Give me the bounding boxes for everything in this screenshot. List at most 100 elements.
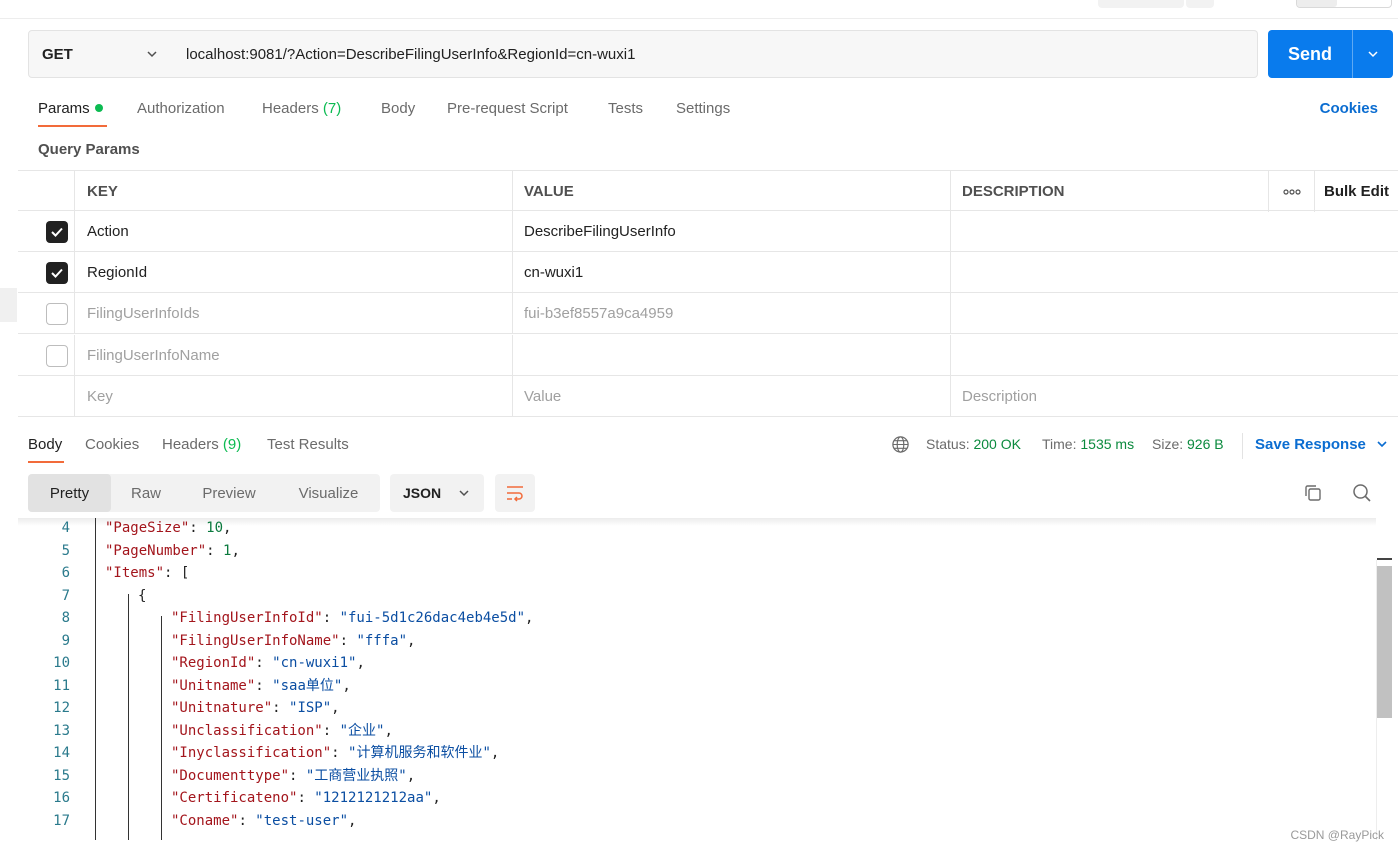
code-line: 7{	[18, 585, 1376, 607]
json-key: "Unitnature"	[171, 700, 273, 716]
param-description[interactable]	[950, 293, 1398, 334]
save-response-button[interactable]: Save Response	[1255, 436, 1388, 453]
view-raw[interactable]: Raw	[115, 474, 177, 512]
json-colon: :	[289, 767, 306, 784]
code-line: 14 "Inyclassification": "计算机服务和软件业",	[18, 742, 1376, 764]
response-tab-body[interactable]: Body	[28, 436, 62, 453]
active-tab-underline	[38, 125, 107, 127]
url-input[interactable]: localhost:9081/?Action=DescribeFilingUse…	[172, 30, 1258, 78]
view-pretty[interactable]: Pretty	[28, 474, 111, 512]
status-label: Status:	[926, 436, 970, 452]
code-text: "Inyclassification": "计算机服务和软件业",	[171, 742, 499, 764]
globe-icon[interactable]	[891, 435, 910, 454]
tab-headers[interactable]: Headers (7)	[262, 100, 341, 117]
check-icon	[51, 268, 63, 278]
code-text: "Unitname": "saa单位",	[171, 675, 351, 697]
tab-tests[interactable]: Tests	[608, 100, 643, 117]
json-comma: ,	[406, 767, 416, 784]
json-value: "cn-wuxi1"	[272, 655, 357, 671]
param-value[interactable]	[512, 335, 950, 376]
response-tab-headers[interactable]: Headers (9)	[162, 436, 241, 453]
param-value[interactable]: cn-wuxi1	[512, 252, 950, 293]
code-text: "Certificateno": "1212121212aa",	[171, 787, 441, 809]
send-button[interactable]: Send	[1268, 30, 1393, 78]
response-body-editor[interactable]: 4 "PageSize": 10, 5 "PageNumber": 1, 6 "Items…	[18, 518, 1376, 840]
param-checkbox[interactable]	[46, 221, 68, 243]
tab-settings[interactable]: Settings	[676, 100, 730, 117]
response-tab-test-results[interactable]: Test Results	[267, 436, 349, 453]
json-value: 10	[206, 520, 224, 536]
wrap-lines-button[interactable]	[495, 474, 535, 512]
params-table: KEY VALUE DESCRIPTION Bulk Edit Action D…	[18, 170, 1398, 418]
tab-params-label: Params	[38, 100, 90, 117]
divider	[1242, 433, 1243, 459]
search-button[interactable]	[1350, 481, 1374, 505]
editor-scrollbar-thumb[interactable]	[1377, 566, 1392, 718]
toolbar-toggle[interactable]	[1296, 0, 1392, 8]
send-dropdown[interactable]	[1353, 30, 1393, 78]
code-text: "FilingUserInfoName": "fffa",	[171, 630, 415, 652]
json-colon: :	[322, 610, 340, 626]
copy-button[interactable]	[1301, 481, 1325, 505]
status-readout[interactable]: Status: 200 OK	[926, 436, 1021, 452]
param-value[interactable]: fui-b3ef8557a9ca4959	[512, 293, 950, 334]
response-tab-cookies[interactable]: Cookies	[85, 436, 139, 453]
scrollbar-edge	[1377, 558, 1392, 560]
line-number: 7	[61, 587, 70, 604]
toolbar-button[interactable]	[1186, 0, 1214, 8]
code-line: 12 "Unitnature": "ISP",	[18, 697, 1376, 719]
line-number: 14	[53, 745, 70, 761]
param-description[interactable]	[950, 335, 1398, 376]
active-tab-underline	[28, 461, 64, 463]
size-value: 926 B	[1187, 436, 1224, 452]
url-text: localhost:9081/?Action=DescribeFilingUse…	[186, 45, 636, 63]
toolbar-button[interactable]	[1098, 0, 1184, 8]
param-checkbox[interactable]	[46, 262, 68, 284]
method-select[interactable]: GET	[28, 30, 173, 78]
json-key: "FilingUserInfoId"	[171, 610, 323, 626]
json-comma: ,	[490, 745, 500, 761]
tab-authorization[interactable]: Authorization	[137, 100, 225, 117]
table-row: FilingUserInfoIds fui-b3ef8557a9ca4959	[18, 293, 1398, 334]
json-comma: ,	[231, 542, 240, 559]
param-checkbox[interactable]	[46, 345, 68, 367]
param-value[interactable]: DescribeFilingUserInfo	[512, 211, 950, 252]
copy-icon	[1305, 485, 1321, 501]
chevron-down-icon	[147, 51, 157, 58]
json-key: "Inyclassification"	[171, 745, 332, 761]
time-readout[interactable]: Time: 1535 ms	[1042, 436, 1134, 452]
tab-prerequest-script[interactable]: Pre-request Script	[447, 100, 568, 117]
view-preview[interactable]: Preview	[188, 474, 270, 512]
tab-body[interactable]: Body	[381, 100, 415, 117]
json-value: "fffa"	[356, 632, 408, 649]
param-checkbox[interactable]	[46, 303, 68, 325]
param-key[interactable]: FilingUserInfoIds	[74, 293, 512, 334]
json-comma: ,	[432, 790, 441, 806]
cookies-link[interactable]: Cookies	[1320, 100, 1378, 117]
new-description-input[interactable]: Description	[950, 376, 1398, 417]
param-key[interactable]: FilingUserInfoName	[74, 335, 512, 376]
method-label: GET	[42, 45, 73, 63]
new-key-input[interactable]: Key	[74, 376, 512, 417]
json-comma: ,	[525, 610, 534, 626]
more-options-icon[interactable]	[1268, 171, 1314, 212]
new-value-input[interactable]: Value	[512, 376, 950, 417]
bulk-edit-button[interactable]: Bulk Edit	[1314, 171, 1398, 212]
param-key[interactable]: RegionId	[74, 252, 512, 293]
param-description[interactable]	[950, 211, 1398, 252]
param-description[interactable]	[950, 252, 1398, 293]
json-key: "Documenttype"	[171, 767, 290, 784]
column-value: VALUE	[512, 171, 950, 212]
chevron-down-icon	[459, 490, 469, 497]
chevron-down-icon	[1377, 441, 1387, 448]
param-key[interactable]: Action	[74, 211, 512, 252]
tab-params[interactable]: Params	[38, 100, 103, 117]
table-row: FilingUserInfoName	[18, 335, 1398, 376]
code-line: 8 "FilingUserInfoId": "fui-5d1c26dac4eb4e…	[18, 607, 1376, 629]
json-value: "test-user"	[255, 812, 349, 829]
format-select[interactable]: JSON	[390, 474, 484, 512]
size-readout[interactable]: Size: 926 B	[1152, 436, 1224, 452]
code-text: "Unitnature": "ISP",	[171, 697, 340, 719]
view-visualize[interactable]: Visualize	[284, 474, 373, 512]
status-value: 200 OK	[973, 436, 1021, 452]
